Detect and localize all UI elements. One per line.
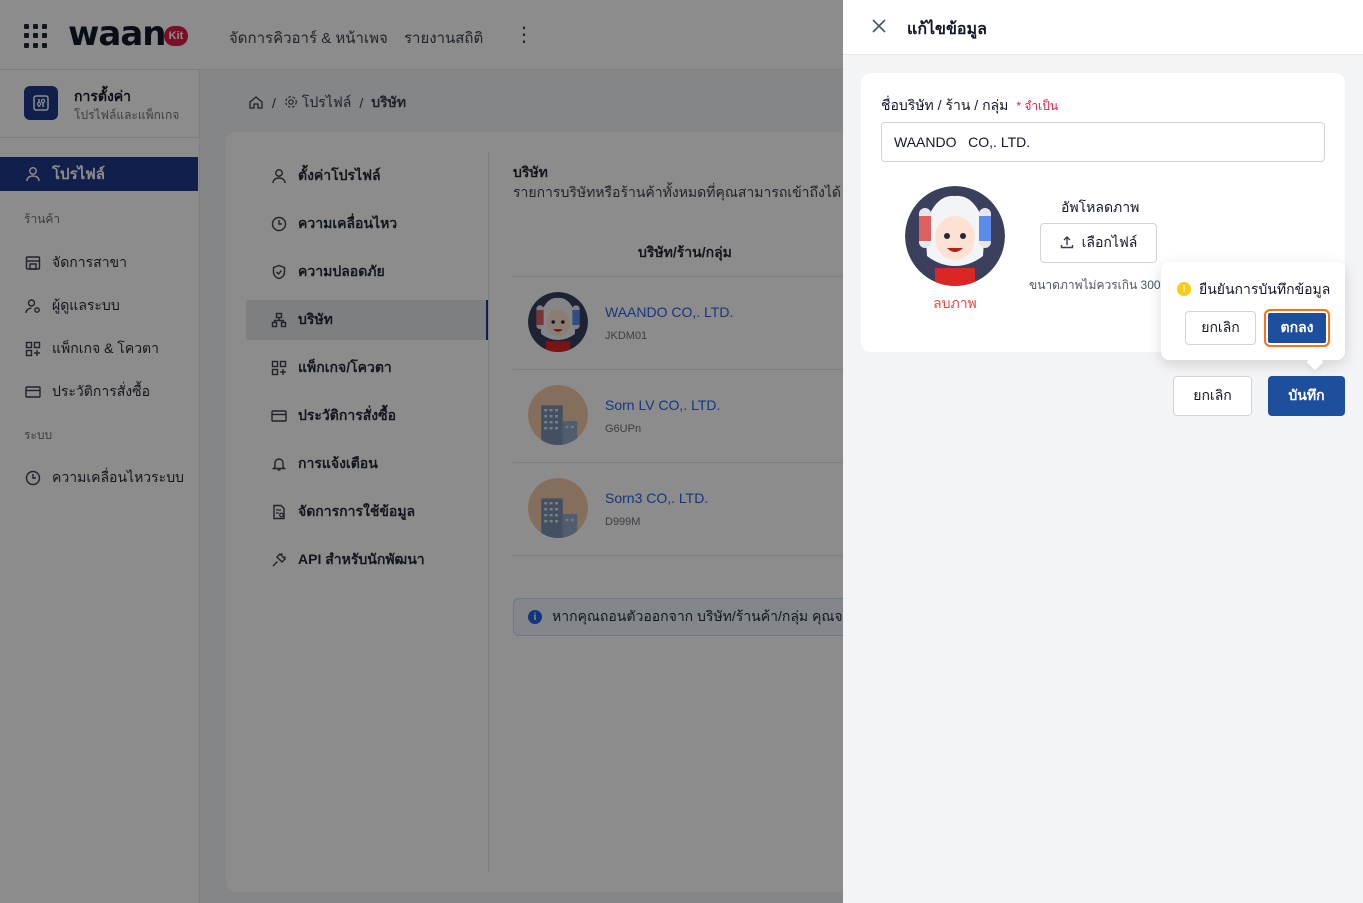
drawer-header: แก้ไขข้อมูล (843, 0, 1363, 55)
save-button[interactable]: บันทึก (1268, 376, 1345, 416)
company-name-label: ชื่อบริษัท / ร้าน / กลุ่ม * จำเป็น (881, 95, 1058, 117)
confirm-popover: ! ยืนยันการบันทึกข้อมูล ยกเลิก ตกลง (1161, 262, 1345, 371)
confirm-cancel-button[interactable]: ยกเลิก (1185, 311, 1256, 345)
popover-arrow (1306, 353, 1324, 371)
confirm-message: ยืนยันการบันทึกข้อมูล (1199, 281, 1331, 297)
company-name-input[interactable] (881, 122, 1325, 162)
choose-file-button[interactable]: เลือกไฟล์ (1040, 223, 1157, 263)
warning-icon: ! (1177, 282, 1191, 296)
modal-overlay[interactable] (0, 0, 843, 903)
upload-label: อัพโหลดภาพ (1061, 199, 1140, 215)
cancel-button[interactable]: ยกเลิก (1173, 376, 1252, 416)
required-mark: * จำเป็น (1016, 99, 1059, 113)
upload-icon (1060, 235, 1074, 252)
field-label-text: ชื่อบริษัท / ร้าน / กลุ่ม (881, 97, 1009, 113)
company-logo-preview (905, 186, 1005, 286)
close-icon[interactable] (871, 14, 887, 39)
choose-file-label: เลือกไฟล์ (1081, 234, 1138, 250)
drawer-title: แก้ไขข้อมูล (907, 21, 987, 38)
edit-drawer: แก้ไขข้อมูล ชื่อบริษัท / ร้าน / กลุ่ม * จ… (843, 0, 1363, 903)
confirm-ok-button[interactable]: ตกลง (1264, 309, 1330, 347)
delete-image-link[interactable]: ลบภาพ (933, 293, 977, 315)
size-hint: ขนาดภาพไม่ควรเกิน 300KB (1029, 278, 1177, 292)
